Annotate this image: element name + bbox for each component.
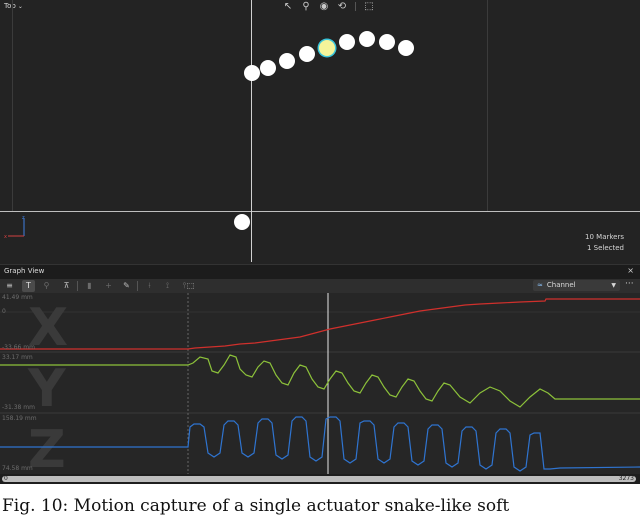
toolbar-divider (355, 2, 356, 11)
select-icon[interactable]: ↖ (281, 1, 295, 12)
fit-icon[interactable]: ⊼ (60, 280, 73, 292)
svg-text:x: x (4, 234, 7, 240)
close-icon[interactable]: × (627, 266, 634, 275)
z-min-label: 74.58 mm (2, 465, 33, 472)
marker[interactable] (260, 60, 276, 76)
x-max-label: 41.49 mm (2, 294, 33, 301)
x-trajectory-line (0, 298, 640, 350)
zoom-icon[interactable]: ⚲ (299, 1, 313, 12)
figure-caption: Fig. 10: Motion capture of a single actu… (2, 496, 510, 516)
graph-view-title: Graph View (4, 267, 45, 275)
caret-down-icon: ▼ (611, 282, 616, 289)
merge-icon[interactable]: ⟟ (161, 280, 174, 292)
marker[interactable] (244, 65, 260, 81)
marker[interactable] (379, 34, 395, 50)
z-max-label: 158.19 mm (2, 415, 37, 422)
marker[interactable] (299, 46, 315, 62)
marker[interactable] (359, 31, 375, 47)
timeline-start-frame: 0 (4, 475, 8, 482)
chevron-down-icon: ⌄ (17, 3, 23, 10)
timeline-end-frame: 3273 (618, 475, 634, 482)
box-select-icon[interactable]: ⬚ (184, 280, 197, 292)
list-icon[interactable]: ≡ (3, 280, 16, 292)
viewport-toolbar: ↖ ⚲ ◉ ⟲ ⬚ (281, 1, 376, 12)
text-cursor-icon[interactable]: T (22, 280, 35, 292)
channel-dropdown[interactable]: ≈ Channel ▼ (533, 280, 620, 291)
y-min-label: -31.38 mm (2, 404, 35, 411)
view-selector-dropdown[interactable]: Top ⌄ (4, 2, 23, 10)
x-min-label: -33.66 mm (2, 344, 35, 351)
graph-panes[interactable]: X Y Z 41.49 mm 0 -33.66 mm 33.17 mm -31.… (0, 293, 640, 474)
z-trajectory-line (0, 416, 640, 472)
channel-icon: ≈ (537, 281, 543, 289)
marker-count-text: 10 Markers (585, 233, 624, 241)
selected-count-text: 1 Selected (586, 244, 624, 252)
x-zero-label: 0 (2, 308, 6, 315)
toolbar-divider (137, 281, 138, 291)
grid-guide-right (487, 0, 488, 211)
zoom-icon[interactable]: ⚲ (40, 280, 53, 292)
graph-view-header: Graph View × (0, 264, 640, 279)
marker-selected[interactable] (319, 40, 335, 56)
marker[interactable] (339, 34, 355, 50)
timeline-scrollbar[interactable]: 0 3273 (0, 474, 640, 484)
marker[interactable] (234, 214, 250, 230)
marker[interactable] (398, 40, 414, 56)
trajectory-graphs: X Y Z (0, 293, 640, 474)
time-cursor-line (251, 0, 252, 262)
split-icon[interactable]: ⟊ (143, 280, 156, 292)
3d-viewport[interactable]: Top ⌄ ↖ ⚲ ◉ ⟲ ⬚ z x 10 Markers 1 Selecte… (0, 0, 640, 262)
lasso-icon[interactable]: ⟲ (335, 1, 349, 12)
crosshair-icon[interactable]: + (102, 280, 115, 292)
channel-label: Channel (546, 281, 576, 289)
eye-icon[interactable]: ◉ (317, 1, 331, 12)
toolbar-divider (77, 281, 78, 291)
pen-icon[interactable]: ✎ (120, 280, 133, 292)
graph-toolbar: ≡ T ⚲ ⊼ ▮ + ✎ ⟊ ⟟ ⫯ ⬚ ≈ Channel ▼ ··· (0, 279, 640, 293)
marker[interactable] (279, 53, 295, 69)
axis-gizmo-icon: z x (4, 215, 25, 240)
trash-icon[interactable]: ▮ (83, 280, 96, 292)
timeline-scroll-thumb[interactable]: 0 3273 (2, 476, 636, 482)
grid-guide-left (12, 0, 13, 211)
motion-capture-app: Top ⌄ ↖ ⚲ ◉ ⟲ ⬚ z x 10 Markers 1 Selecte… (0, 0, 640, 484)
y-trajectory-line (0, 354, 640, 408)
view-selector-label: Top (4, 2, 16, 10)
y-max-label: 33.17 mm (2, 354, 33, 361)
viewport-split-line (0, 211, 640, 212)
svg-text:z: z (22, 215, 25, 221)
marker-status: 10 Markers 1 Selected (585, 232, 624, 254)
box-select-icon[interactable]: ⬚ (362, 1, 376, 12)
more-options-icon[interactable]: ··· (625, 279, 634, 289)
